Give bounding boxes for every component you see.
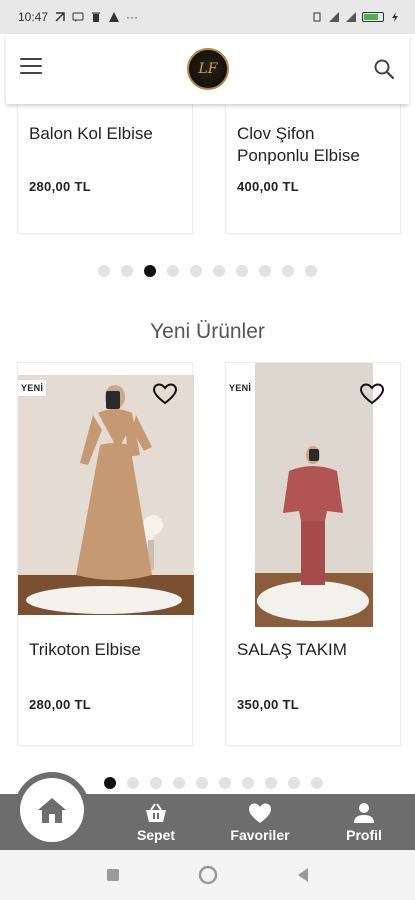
pagination-dot[interactable]: [265, 777, 277, 789]
pagination-dot[interactable]: [104, 777, 116, 789]
user-icon: [354, 802, 374, 823]
nav-basket[interactable]: Sepet: [128, 794, 184, 850]
pagination-dot[interactable]: [190, 265, 202, 277]
nav-favorites[interactable]: Favoriler: [222, 794, 298, 850]
product-price: 400,00 TL: [237, 179, 299, 194]
system-nav-bar: [0, 850, 415, 900]
recents-square-icon[interactable]: [106, 868, 120, 882]
pagination-dot[interactable]: [305, 265, 317, 277]
favorite-heart-icon[interactable]: [152, 382, 178, 406]
home-button[interactable]: [20, 778, 84, 842]
product-photo: [18, 375, 194, 615]
status-right: [311, 11, 401, 23]
carousel-pagination: [0, 265, 415, 277]
product-price: 280,00 TL: [29, 179, 91, 194]
pagination-dot[interactable]: [213, 265, 225, 277]
section-title: Yeni Ürünler: [150, 320, 265, 343]
nav-basket-label: Sepet: [136, 826, 176, 843]
search-icon[interactable]: [373, 58, 395, 80]
product-card[interactable]: YENİ Trikoton Elbise 280,00 TL: [17, 362, 194, 746]
pagination-dot[interactable]: [282, 265, 294, 277]
product-name: Balon Kol Elbise: [29, 124, 153, 143]
back-triangle-icon[interactable]: [296, 867, 310, 883]
logo-mark: LF: [198, 61, 218, 77]
status-time: 10:47: [18, 10, 49, 24]
nav-favorites-label: Favoriler: [230, 826, 290, 843]
pagination-dot[interactable]: [259, 265, 271, 277]
favorite-heart-icon[interactable]: [359, 382, 385, 406]
pagination-dot[interactable]: [98, 265, 110, 277]
product-name: Trikoton Elbise: [29, 640, 141, 659]
pagination-dot[interactable]: [219, 777, 231, 789]
product-name: Clov Şifon Ponponlu Elbise: [237, 124, 360, 165]
pagination-dot[interactable]: [150, 777, 162, 789]
signal-icon: [329, 12, 339, 22]
product-image[interactable]: [18, 375, 194, 615]
message-icon: [72, 12, 84, 22]
product-price: 280,00 TL: [29, 697, 91, 712]
basket-icon: [146, 802, 166, 822]
product-image[interactable]: [255, 363, 373, 627]
pagination-dot[interactable]: [288, 777, 300, 789]
signal-icon-2: [346, 12, 356, 22]
product-photo: [255, 363, 373, 627]
battery-icon: [362, 12, 384, 22]
home-icon: [38, 798, 66, 823]
pagination-dot[interactable]: [173, 777, 185, 789]
nfc-icon: [55, 12, 65, 22]
pagination-dot[interactable]: [167, 265, 179, 277]
pagination-dot[interactable]: [144, 265, 156, 277]
pagination-dot[interactable]: [242, 777, 254, 789]
pagination-dot[interactable]: [127, 777, 139, 789]
product-price: 350,00 TL: [237, 697, 299, 712]
pagination-dot[interactable]: [236, 265, 248, 277]
pagination-dot[interactable]: [196, 777, 208, 789]
nav-profile[interactable]: Profil: [338, 794, 390, 850]
new-badge: YENİ: [226, 380, 255, 396]
product-card[interactable]: YENİ SALAŞ TAKIM 350,00 TL: [225, 362, 401, 746]
warning-icon: [109, 12, 120, 22]
product-name: SALAŞ TAKIM: [237, 640, 347, 659]
app-header: LF: [6, 34, 409, 104]
home-circle-icon[interactable]: [198, 865, 218, 885]
pagination-dot[interactable]: [121, 265, 133, 277]
product-card[interactable]: Balon Kol Elbise 280,00 TL: [17, 104, 193, 234]
brand-logo[interactable]: LF: [187, 48, 229, 90]
status-overflow: ···: [126, 10, 139, 24]
vibrate-icon: [313, 12, 321, 22]
new-badge: YENİ: [18, 380, 47, 396]
menu-icon[interactable]: [20, 58, 42, 76]
status-bar: 10:47 ···: [0, 0, 415, 34]
main-content[interactable]: Balon Kol Elbise 280,00 TL Clov Şifon Po…: [0, 104, 415, 794]
pagination-dot[interactable]: [311, 777, 323, 789]
product-card[interactable]: Clov Şifon Ponponlu Elbise 400,00 TL: [225, 104, 401, 234]
nav-profile-label: Profil: [346, 826, 382, 843]
heart-icon: [249, 803, 271, 823]
trash-icon: [92, 12, 101, 22]
charging-icon: [392, 12, 398, 22]
status-left: 10:47 ···: [18, 10, 138, 24]
